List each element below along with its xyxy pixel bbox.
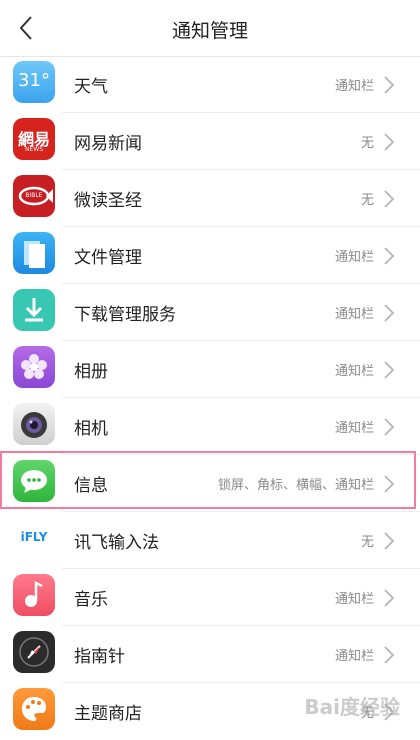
chevron-right-icon: [384, 361, 395, 379]
netease-news-icon: 網易 NEWS: [13, 118, 55, 160]
app-status: 无: [360, 535, 374, 550]
chevron-right-icon: [384, 418, 395, 436]
chevron-right-icon: [384, 589, 395, 607]
chevron-right-icon: [384, 247, 395, 265]
app-name: 网易新闻: [74, 134, 142, 154]
app-status: 通知栏: [334, 79, 374, 94]
list-item-compass[interactable]: 指南针 通知栏: [0, 626, 420, 683]
notification-app-list: 31° 天气 通知栏 網易 NEWS 网易新闻 无 BIBLE 微读圣经 无 文…: [0, 56, 420, 740]
app-name: 音乐: [74, 590, 108, 610]
app-status: 通知栏: [334, 307, 374, 322]
list-item-bible[interactable]: BIBLE 微读圣经 无: [0, 170, 420, 227]
app-status: 通知栏: [334, 649, 374, 664]
list-item-gallery[interactable]: 相册 通知栏: [0, 341, 420, 398]
app-name: 指南针: [74, 647, 125, 667]
list-item-music[interactable]: 音乐 通知栏: [0, 569, 420, 626]
app-name: 下载管理服务: [74, 305, 176, 325]
bible-icon: BIBLE: [13, 175, 55, 217]
app-status: 通知栏: [334, 421, 374, 436]
chevron-right-icon: [384, 190, 395, 208]
app-name: 主题商店: [74, 704, 142, 724]
app-name: 信息: [74, 476, 108, 496]
list-item-file-manager[interactable]: 文件管理 通知栏: [0, 227, 420, 284]
list-item-netease-news[interactable]: 網易 NEWS 网易新闻 无: [0, 113, 420, 170]
app-status: 通知栏: [334, 364, 374, 379]
app-name: 相册: [74, 362, 108, 382]
app-status: 无: [360, 136, 374, 151]
app-name: 相机: [74, 419, 108, 439]
list-item-weather[interactable]: 31° 天气 通知栏: [0, 56, 420, 113]
header: 通知管理: [0, 0, 420, 57]
app-name: 天气: [74, 77, 108, 97]
app-status: 无: [360, 193, 374, 208]
list-item-messages[interactable]: 信息 锁屏、角标、横幅、通知栏: [0, 455, 420, 512]
camera-icon: [13, 403, 55, 445]
list-item-camera[interactable]: 相机 通知栏: [0, 398, 420, 455]
music-icon: [13, 574, 55, 616]
ifly-icon: iFLY: [13, 517, 55, 559]
chevron-right-icon: [384, 76, 395, 94]
list-item-ifly-input[interactable]: iFLY 讯飞输入法 无: [0, 512, 420, 569]
chevron-right-icon: [384, 532, 395, 550]
app-status: 通知栏: [334, 250, 374, 265]
chevron-right-icon: [384, 646, 395, 664]
list-item-download-manager[interactable]: 下载管理服务 通知栏: [0, 284, 420, 341]
chevron-right-icon: [384, 475, 395, 493]
download-icon: [13, 289, 55, 331]
theme-store-icon: [13, 688, 55, 730]
app-status: 锁屏、角标、横幅、通知栏: [217, 478, 374, 493]
chevron-right-icon: [384, 133, 395, 151]
app-status: 通知栏: [334, 592, 374, 607]
compass-icon: [13, 631, 55, 673]
app-name: 文件管理: [74, 248, 142, 268]
gallery-icon: [13, 346, 55, 388]
app-name: 微读圣经: [74, 191, 142, 211]
weather-icon: 31°: [13, 61, 55, 103]
messages-icon: [13, 460, 55, 502]
watermark-logo: Bai度经验: [304, 695, 400, 719]
page-title: 通知管理: [171, 20, 248, 42]
file-manager-icon: [13, 232, 55, 274]
chevron-right-icon: [384, 304, 395, 322]
app-name: 讯飞输入法: [74, 533, 159, 553]
